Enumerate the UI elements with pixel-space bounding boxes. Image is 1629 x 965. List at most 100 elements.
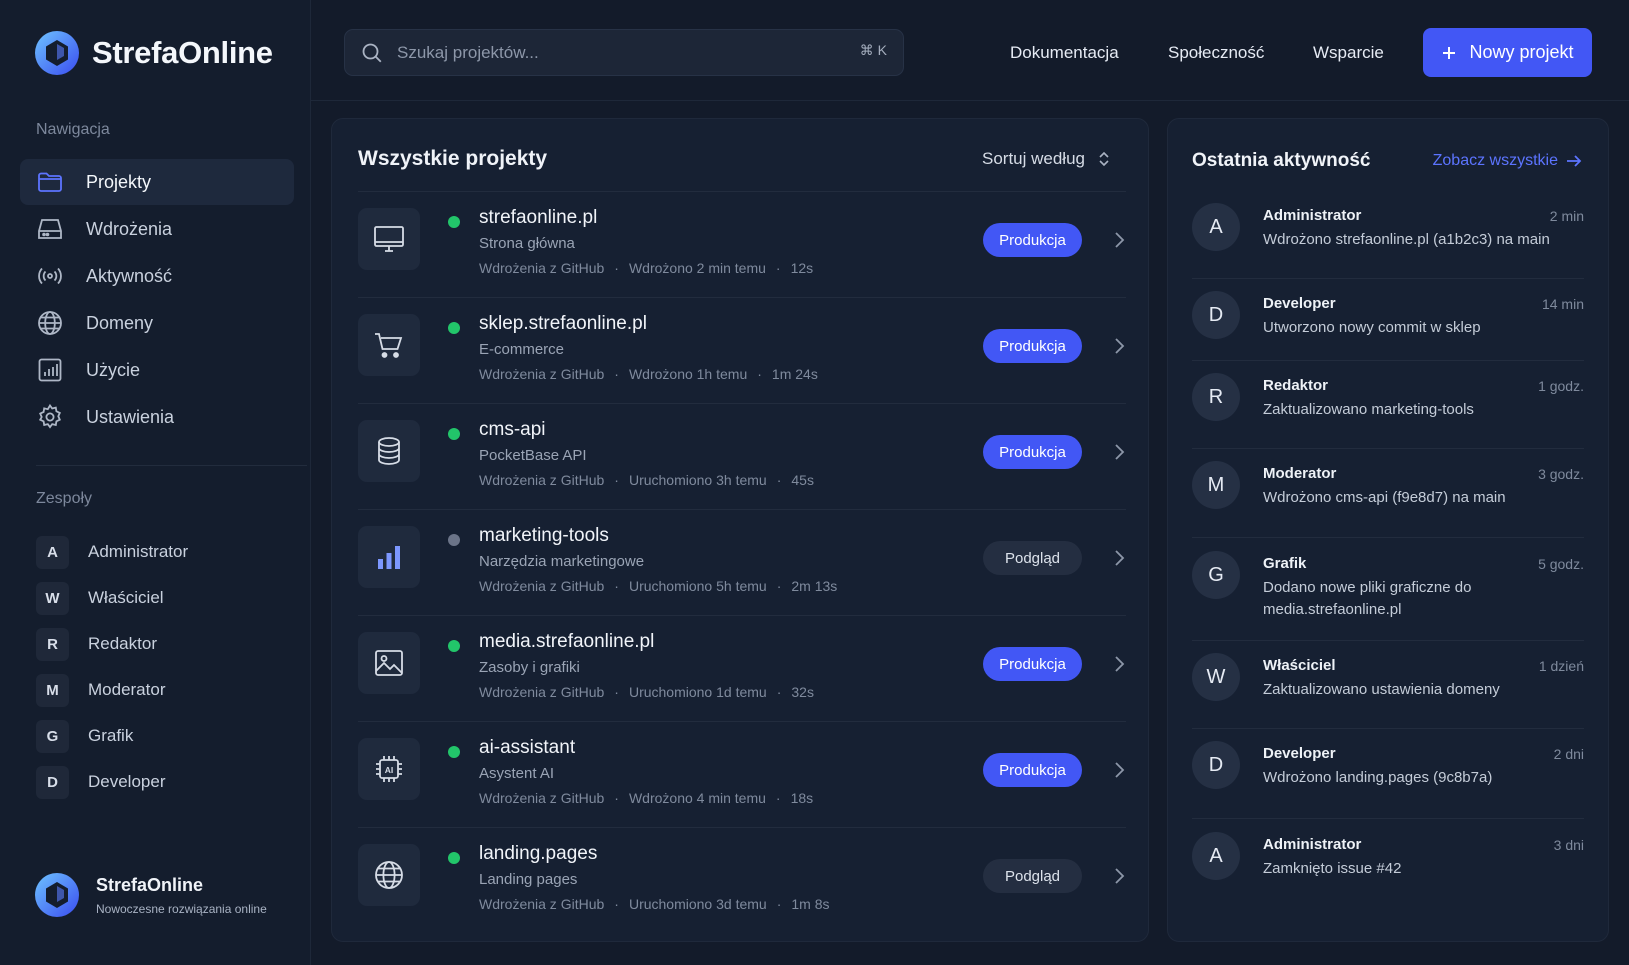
project-row[interactable]: media.strefaonline.pl Zasoby i grafiki W… [358, 615, 1126, 721]
sort-chevrons-icon [1099, 151, 1109, 167]
activity-divider [1192, 640, 1584, 641]
project-row[interactable]: strefaonline.pl Strona główna Wdrożenia … [358, 191, 1126, 297]
activity-time: 5 godz. [1538, 556, 1584, 572]
status-dot [448, 746, 460, 758]
project-status: Uruchomiono 5h temu [628, 578, 767, 594]
env-badge: Podgląd [983, 859, 1082, 893]
image-icon [375, 650, 403, 676]
project-meta: Wdrożenia z GitHub · Uruchomiono 3d temu · 1… [479, 896, 830, 912]
activity-message: Wdrożono cms-api (f9e8d7) na main [1263, 489, 1506, 506]
team-badge: M [36, 673, 69, 707]
team-item-developer[interactable]: D Developer [36, 759, 296, 805]
logo-icon [35, 31, 79, 75]
svg-text:AI: AI [385, 765, 394, 775]
activity-divider [1192, 278, 1584, 279]
search-input[interactable] [397, 42, 817, 63]
chevron-right-icon [1115, 444, 1125, 460]
activity-user: Redaktor [1263, 377, 1329, 394]
team-item-wlasciciel[interactable]: W Właściciel [36, 575, 296, 621]
team-badge: R [36, 627, 69, 661]
activity-divider [1192, 360, 1584, 361]
footer-tagline: Nowoczesne rozwiązania online [96, 901, 267, 916]
bar-chart-icon [38, 358, 62, 382]
avatar: M [1192, 461, 1240, 509]
project-duration: 2m 13s [791, 578, 838, 594]
activity-user: Developer [1263, 745, 1336, 762]
project-status: Uruchomiono 3h temu [628, 472, 767, 488]
project-status: Uruchomiono 3d temu [628, 896, 767, 912]
activity-user: Moderator [1263, 465, 1337, 482]
status-dot [448, 216, 460, 228]
team-item-grafik[interactable]: G Grafik [36, 713, 296, 759]
project-name: cms-api [479, 419, 546, 440]
database-icon [378, 437, 400, 465]
team-item-moderator[interactable]: M Moderator [36, 667, 296, 713]
activity-panel: Ostatnia aktywność Zobacz wszystkie A Ad… [1167, 118, 1609, 942]
team-item-redaktor[interactable]: R Redaktor [36, 621, 296, 667]
activity-message: Dodano nowe pliki graficzne do media.str… [1263, 579, 1472, 618]
project-desc: E-commerce [479, 341, 565, 358]
new-project-button[interactable]: Nowy projekt [1423, 28, 1592, 77]
project-icon-box [358, 420, 420, 482]
project-row[interactable]: marketing-tools Narzędzia marketingowe W… [358, 509, 1126, 615]
project-desc: Asystent AI [479, 765, 555, 782]
project-source: Wdrożenia z GitHub [479, 578, 605, 594]
team-item-administrator[interactable]: A Administrator [36, 529, 296, 575]
link-wsparcie[interactable]: Wsparcie [1313, 43, 1384, 63]
globe-icon [38, 311, 62, 335]
project-meta: Wdrożenia z GitHub · Wdrożono 4 min temu · 1… [479, 790, 814, 806]
project-icon-box [358, 844, 420, 906]
search-icon [362, 43, 382, 62]
project-meta: Wdrożenia z GitHub · Uruchomiono 5h temu · 2… [479, 578, 838, 594]
see-all-link[interactable]: Zobacz wszystkie [1433, 152, 1582, 170]
nav-item-ustawienia[interactable]: Ustawienia [20, 394, 294, 440]
project-meta: Wdrożenia z GitHub · Uruchomiono 3h temu · 4… [479, 472, 814, 488]
team-badge: W [36, 581, 69, 615]
footer-brand-name: StrefaOnline [96, 874, 204, 895]
link-dokumentacja[interactable]: Dokumentacja [1010, 43, 1119, 63]
project-meta: Wdrożenia z GitHub · Uruchomiono 1d temu · 3… [479, 684, 814, 700]
activity-divider [1192, 818, 1584, 819]
gear-icon [38, 403, 61, 429]
teams-list: A Administrator W Właściciel R Redaktor … [36, 529, 296, 805]
project-desc: PocketBase API [479, 447, 587, 464]
project-icon-box: AI [358, 738, 420, 800]
project-icon-box [358, 208, 420, 270]
project-desc: Landing pages [479, 871, 578, 888]
monitor-icon [374, 226, 404, 252]
project-row[interactable]: cms-api PocketBase API Wdrożenia z GitHu… [358, 403, 1126, 509]
activity-message: Zaktualizowano ustawienia domeny [1263, 681, 1500, 698]
avatar: W [1192, 653, 1240, 701]
project-row[interactable]: AI ai-assistant Asystent AI Wdrożenia z … [358, 721, 1126, 827]
nav-item-uzycie[interactable]: Użycie [20, 347, 294, 393]
bar-chart-icon [378, 546, 400, 569]
search-box[interactable]: ⌘ K [344, 29, 904, 76]
sort-label: Sortuj według [981, 149, 1085, 168]
nav-item-domeny[interactable]: Domeny [20, 300, 294, 346]
project-desc: Narzędzia marketingowe [479, 553, 645, 570]
team-label: Moderator [88, 680, 166, 699]
plus-icon [1443, 46, 1456, 59]
project-source: Wdrożenia z GitHub [479, 790, 605, 806]
cart-icon [375, 333, 403, 358]
sort-dropdown[interactable]: Sortuj według [982, 149, 1111, 169]
env-badge: Produkcja [983, 329, 1082, 363]
project-desc: Strona główna [479, 235, 575, 252]
project-row[interactable]: sklep.strefaonline.pl E-commerce Wdrożen… [358, 297, 1126, 403]
nav-item-projekty[interactable]: Projekty [20, 159, 294, 205]
footer-brand[interactable]: StrefaOnline Nowoczesne rozwiązania onli… [34, 872, 267, 918]
project-row[interactable]: landing.pages Landing pages Wdrożenia z … [358, 827, 1126, 933]
project-source: Wdrożenia z GitHub [479, 472, 605, 488]
link-spolecznosc[interactable]: Społeczność [1168, 43, 1264, 63]
project-icon-box [358, 632, 420, 694]
nav-item-aktywnosc[interactable]: Aktywność [20, 253, 294, 299]
team-label: Grafik [88, 726, 134, 745]
activity-divider [1192, 728, 1584, 729]
main-nav: Projekty Wdrożenia Aktywność Domeny Użyc… [20, 159, 294, 441]
activity-message: Wdrożono strefaonline.pl (a1b2c3) na mai… [1263, 231, 1550, 248]
project-source: Wdrożenia z GitHub [479, 684, 605, 700]
activity-time: 1 godz. [1538, 378, 1584, 394]
nav-item-wdrozenia[interactable]: Wdrożenia [20, 206, 294, 252]
brand[interactable]: StrefaOnline [34, 30, 273, 76]
status-dot [448, 534, 460, 546]
